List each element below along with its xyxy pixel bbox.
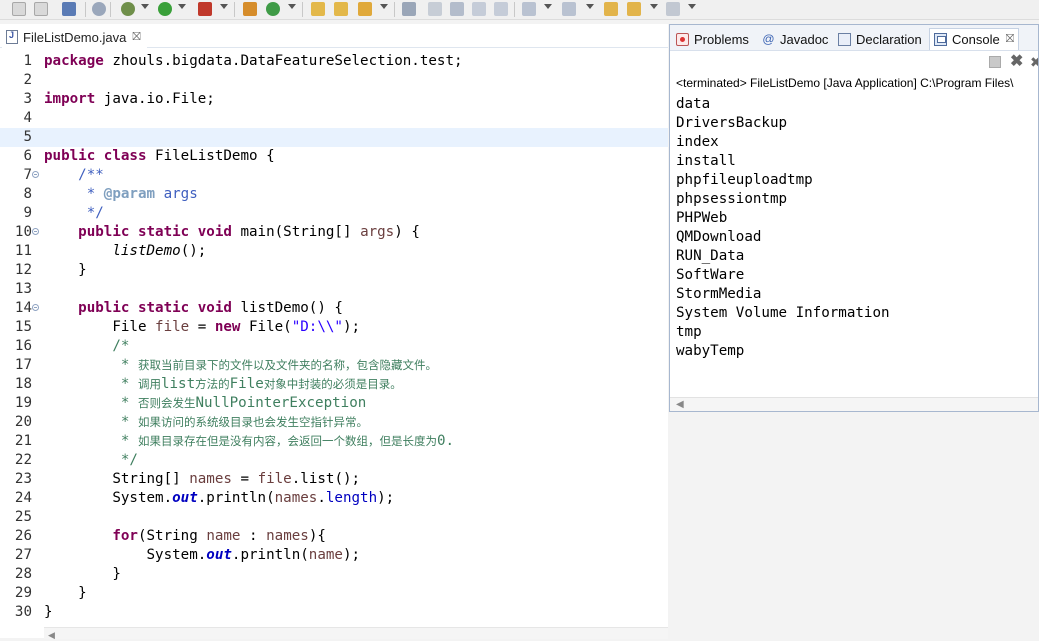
code-area[interactable]: 1 package zhouls.bigdata.DataFeatureSelec…: [0, 52, 668, 622]
editor-horizontal-scrollbar[interactable]: ◀: [44, 627, 668, 641]
code-line: 15 File file = new File("D:\\");: [14, 319, 361, 335]
debug-icon[interactable]: [92, 2, 106, 16]
next-annotation-icon[interactable]: [562, 2, 576, 16]
outline-icon[interactable]: [472, 2, 486, 16]
search-icon[interactable]: [358, 2, 372, 16]
output-line: DriversBackup: [676, 115, 788, 131]
output-line: tmp: [676, 324, 702, 340]
back-icon[interactable]: [604, 2, 618, 16]
code-line: 4: [23, 110, 32, 126]
code-line: 21 * 如果目录存在但是没有内容，会返回一个数组，但是长度为0.: [14, 433, 455, 449]
new-class-icon[interactable]: [243, 2, 257, 16]
code-line: 8 * @param args: [23, 186, 198, 202]
output-line: RUN_Data: [676, 248, 745, 264]
annotation-icon[interactable]: [522, 2, 536, 16]
save-all-icon[interactable]: [34, 2, 48, 16]
code-line: 29 }: [14, 585, 87, 601]
format-icon[interactable]: [494, 2, 508, 16]
output-line: StormMedia: [676, 286, 762, 302]
java-file-icon: [6, 30, 18, 44]
tab-console[interactable]: Console ⛝: [929, 28, 1020, 50]
editor-tab-bar: FileListDemo.java ⛝: [0, 24, 668, 48]
code-line: 25: [14, 509, 32, 525]
open-type-icon[interactable]: [334, 2, 348, 16]
tab-javadoc[interactable]: @ Javadoc: [762, 28, 828, 50]
console-icon: [934, 33, 947, 46]
close-icon[interactable]: ⛝: [1006, 33, 1014, 46]
code-line: 24 System.out.println(names.length);: [14, 490, 395, 506]
console-status-label: <terminated> FileListDemo [Java Applicat…: [676, 76, 1014, 90]
code-line: 30}: [14, 604, 53, 620]
console-view: Problems @ Javadoc Declaration Console ⛝…: [669, 24, 1039, 412]
output-line: QMDownload: [676, 229, 762, 245]
code-line: 28 }: [14, 566, 121, 582]
link-icon[interactable]: [428, 2, 442, 16]
scroll-left-icon[interactable]: ◀: [48, 630, 55, 641]
history-icon[interactable]: [666, 2, 680, 16]
remove-all-launches-icon[interactable]: ✖: [1030, 55, 1038, 69]
declaration-icon: [838, 32, 851, 46]
code-line: 19 * 否则会发生NullPointerException: [14, 395, 367, 411]
java-editor: FileListDemo.java ⛝ 1package zhouls.bigd…: [0, 24, 668, 641]
coverage-icon[interactable]: [198, 2, 212, 16]
main-toolbar: [0, 0, 1039, 20]
close-icon[interactable]: ⛝: [132, 31, 140, 44]
console-output[interactable]: data DriversBackup index install phpfile…: [676, 95, 890, 361]
output-line: System Volume Information: [676, 305, 890, 321]
pin-icon[interactable]: [402, 2, 416, 16]
code-line: 3 import java.io.File;: [23, 91, 215, 107]
code-line: 20 * 如果访问的系统级目录也会发生空指针异常。: [14, 414, 368, 430]
settings-icon[interactable]: [121, 2, 135, 16]
code-line: 22 */: [14, 452, 138, 468]
code-line: 12 }: [14, 262, 87, 278]
refresh-icon[interactable]: [266, 2, 280, 16]
code-line: 2: [23, 72, 32, 88]
code-line: 23 String[] names = file.list();: [14, 471, 361, 487]
terminate-icon[interactable]: [989, 56, 1001, 68]
code-line: 9 */: [23, 205, 104, 221]
code-line: 7 /**: [23, 167, 104, 183]
scroll-left-icon[interactable]: ◀: [676, 399, 684, 410]
tab-problems[interactable]: Problems: [676, 28, 749, 50]
output-line: PHPWeb: [676, 210, 728, 226]
task-icon[interactable]: [450, 2, 464, 16]
console-toolbar: ✖ ✖: [670, 51, 1038, 73]
code-line: 1 package zhouls.bigdata.DataFeatureSelec…: [23, 53, 463, 69]
open-folder-icon[interactable]: [311, 2, 325, 16]
forward-icon[interactable]: [627, 2, 641, 16]
save-icon[interactable]: [12, 2, 26, 16]
output-line: index: [676, 134, 719, 150]
code-line: 18 * 调用list方法的File对象中封装的必须是目录。: [14, 376, 402, 392]
run-icon[interactable]: [158, 2, 172, 16]
remove-launch-icon[interactable]: ✖: [1010, 54, 1023, 70]
output-line: phpfileuploadtmp: [676, 172, 813, 188]
code-line: 11 listDemo();: [14, 243, 207, 259]
tab-filelistdemo[interactable]: FileListDemo.java ⛝: [2, 26, 147, 48]
output-line: phpsessiontmp: [676, 191, 788, 207]
editor-tab-label: FileListDemo.java: [23, 29, 127, 45]
code-line: 14 public static void listDemo() {: [14, 300, 343, 316]
code-line: 27 System.out.println(name);: [14, 547, 361, 563]
current-line: 5: [0, 128, 668, 147]
console-horizontal-scrollbar[interactable]: ◀: [670, 397, 1038, 411]
output-line: install: [676, 153, 736, 169]
code-line: 13: [14, 281, 32, 297]
fold-toggle-icon[interactable]: [32, 304, 39, 311]
tab-declaration[interactable]: Declaration: [838, 28, 922, 50]
print-icon[interactable]: [62, 2, 76, 16]
code-line: 17 * 获取当前目录下的文件以及文件夹的名称，包含隐藏文件。: [14, 357, 437, 373]
fold-toggle-icon[interactable]: [32, 171, 39, 178]
code-line: 26 for(String name : names){: [14, 528, 326, 544]
output-line: data: [676, 96, 711, 112]
output-line: wabyTemp: [676, 343, 745, 359]
problems-icon: [676, 32, 689, 46]
view-tab-bar: Problems @ Javadoc Declaration Console ⛝: [670, 25, 1038, 51]
code-line: 16 /*: [14, 338, 130, 354]
code-line: 6 public class FileListDemo {: [23, 148, 275, 164]
fold-toggle-icon[interactable]: [32, 228, 39, 235]
output-line: SoftWare: [676, 267, 745, 283]
code-line: 10 public static void main(String[] args…: [14, 224, 420, 240]
javadoc-icon: @: [762, 31, 775, 46]
